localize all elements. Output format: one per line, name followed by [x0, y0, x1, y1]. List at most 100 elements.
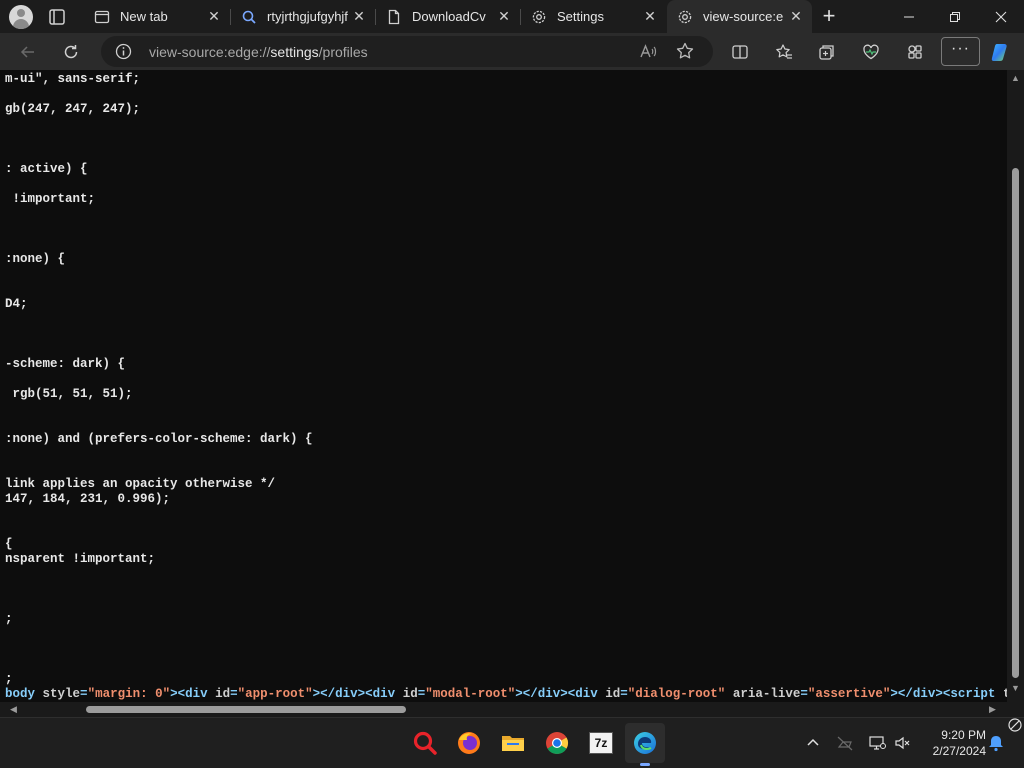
browser-toolbar: view-source:edge://settings/profiles ···: [0, 33, 1024, 70]
close-tab-icon[interactable]: ✕: [351, 8, 367, 24]
show-hidden-icons-icon[interactable]: [803, 733, 823, 753]
tab-new-tab[interactable]: New tab ✕: [84, 0, 230, 33]
tab-downloadcv[interactable]: DownloadCv ✕: [376, 0, 520, 33]
profile-avatar[interactable]: [9, 5, 33, 29]
tab-label: New tab: [120, 9, 168, 24]
gear-icon: [531, 9, 547, 25]
read-aloud-icon[interactable]: [638, 42, 658, 62]
notifications-icon[interactable]: [986, 733, 1006, 753]
html-tag: ></div><div: [312, 687, 396, 701]
7zip-icon[interactable]: 7z: [586, 728, 616, 758]
new-tab-button[interactable]: +: [818, 5, 840, 28]
scroll-up-arrow-icon[interactable]: ▲: [1011, 74, 1020, 83]
code-line: {: [5, 537, 13, 551]
taskbar: 7z 9:20 PM 2/27/2024: [0, 717, 1024, 768]
network-icon[interactable]: [867, 733, 887, 753]
url-suffix: /profiles: [318, 44, 368, 60]
code-line: : active) {: [5, 162, 88, 176]
code-line: rgb(51, 51, 51);: [5, 387, 133, 401]
scroll-corner: [1007, 702, 1024, 717]
address-url: view-source:edge://settings/profiles: [149, 44, 368, 60]
html-value: "assertive": [807, 687, 891, 701]
tab-label: view-source:ed: [703, 9, 783, 24]
favorite-star-icon[interactable]: [675, 41, 695, 61]
code-line: m-ui", sans-serif;: [5, 72, 141, 86]
html-attr: id: [215, 687, 231, 701]
do-not-disturb-icon[interactable]: [1007, 717, 1024, 734]
clock-date: 2/27/2024: [932, 744, 986, 758]
address-bar[interactable]: view-source:edge://settings/profiles: [101, 36, 713, 67]
scroll-right-arrow-icon[interactable]: ▶: [989, 705, 998, 714]
7zip-label: 7z: [589, 732, 613, 754]
copilot-icon[interactable]: [990, 41, 1012, 63]
code-line: D4;: [5, 297, 28, 311]
tab-label: Settings: [557, 9, 604, 24]
html-value: "margin: 0": [87, 687, 171, 701]
html-attr: id: [605, 687, 621, 701]
close-tab-icon[interactable]: ✕: [496, 8, 512, 24]
extensions-icon[interactable]: [904, 41, 926, 63]
html-tag: ><div: [170, 687, 208, 701]
url-highlight: settings: [270, 44, 319, 60]
edge-icon[interactable]: [625, 723, 665, 766]
html-tag: body: [5, 687, 36, 701]
clock-time: 9:20 PM: [941, 728, 986, 742]
search-icon: [241, 9, 257, 25]
battery-saver-icon[interactable]: [835, 733, 855, 753]
horizontal-scroll-thumb[interactable]: [86, 706, 406, 713]
new-tab-icon: [94, 9, 110, 25]
volume-muted-icon[interactable]: [892, 733, 912, 753]
code-line: :none) and (prefers-color-scheme: dark) …: [5, 432, 313, 446]
scroll-left-arrow-icon[interactable]: ◀: [10, 705, 19, 714]
code-line: :none) {: [5, 252, 66, 266]
vertical-scroll-thumb[interactable]: [1012, 168, 1019, 678]
source-view[interactable]: m-ui", sans-serif; gb(247, 247, 247); : …: [0, 70, 1007, 702]
chrome-icon[interactable]: [542, 728, 572, 758]
html-attr: id: [402, 687, 418, 701]
url-prefix: view-source:edge://: [149, 44, 271, 60]
close-tab-icon[interactable]: ✕: [788, 8, 804, 24]
tab-label: DownloadCv: [412, 9, 486, 24]
info-icon[interactable]: [115, 43, 132, 60]
gear-icon: [677, 9, 693, 25]
html-source-line: body style="margin: 0"><div id="app-root…: [5, 687, 1007, 701]
tab-strip: New tab ✕ rtyjrthgjufgyhjf ✕ DownloadCv …: [0, 0, 1024, 33]
split-screen-icon[interactable]: [729, 41, 751, 63]
refresh-icon[interactable]: [60, 41, 82, 63]
code-line: nsparent !important;: [5, 552, 156, 566]
document-icon: [386, 9, 402, 25]
close-window-button[interactable]: [978, 0, 1024, 33]
html-attr: style: [42, 687, 81, 701]
minimize-button[interactable]: [886, 0, 932, 33]
code-line: -scheme: dark) {: [5, 357, 126, 371]
scroll-down-arrow-icon[interactable]: ▼: [1011, 684, 1020, 693]
code-line: link applies an opacity otherwise */: [5, 477, 276, 491]
browser-essentials-icon[interactable]: [860, 41, 882, 63]
code-line: !important;: [5, 192, 96, 206]
vertical-scrollbar[interactable]: ▲ ▼: [1007, 70, 1024, 702]
restore-button[interactable]: [932, 0, 978, 33]
close-tab-icon[interactable]: ✕: [642, 8, 658, 24]
html-attr: aria-live: [732, 687, 801, 701]
back-icon[interactable]: [17, 41, 39, 63]
close-tab-icon[interactable]: ✕: [206, 8, 222, 24]
tab-label: rtyjrthgjufgyhjf: [267, 9, 348, 24]
firefox-icon[interactable]: [454, 728, 484, 758]
horizontal-scrollbar[interactable]: ◀ ▶: [0, 702, 1007, 717]
tab-settings[interactable]: Settings ✕: [521, 0, 666, 33]
favorites-icon[interactable]: [773, 41, 795, 63]
tab-actions-icon[interactable]: [47, 7, 67, 27]
tab-search[interactable]: rtyjrthgjufgyhjf ✕: [231, 0, 375, 33]
search-app-icon[interactable]: [410, 728, 440, 758]
settings-and-more-button[interactable]: ···: [941, 37, 980, 66]
html-tag: ></div><script: [890, 687, 996, 701]
file-explorer-icon[interactable]: [498, 728, 528, 758]
system-clock[interactable]: 9:20 PM 2/27/2024: [920, 727, 986, 759]
html-value: "dialog-root": [627, 687, 726, 701]
html-tag: ></div><div: [515, 687, 598, 701]
collections-icon[interactable]: [816, 41, 838, 63]
code-line: 147, 184, 231, 0.996);: [5, 492, 171, 506]
code-line: gb(247, 247, 247);: [5, 102, 141, 116]
code-line: ;: [5, 612, 13, 626]
tab-view-source[interactable]: view-source:ed ✕: [667, 0, 812, 33]
